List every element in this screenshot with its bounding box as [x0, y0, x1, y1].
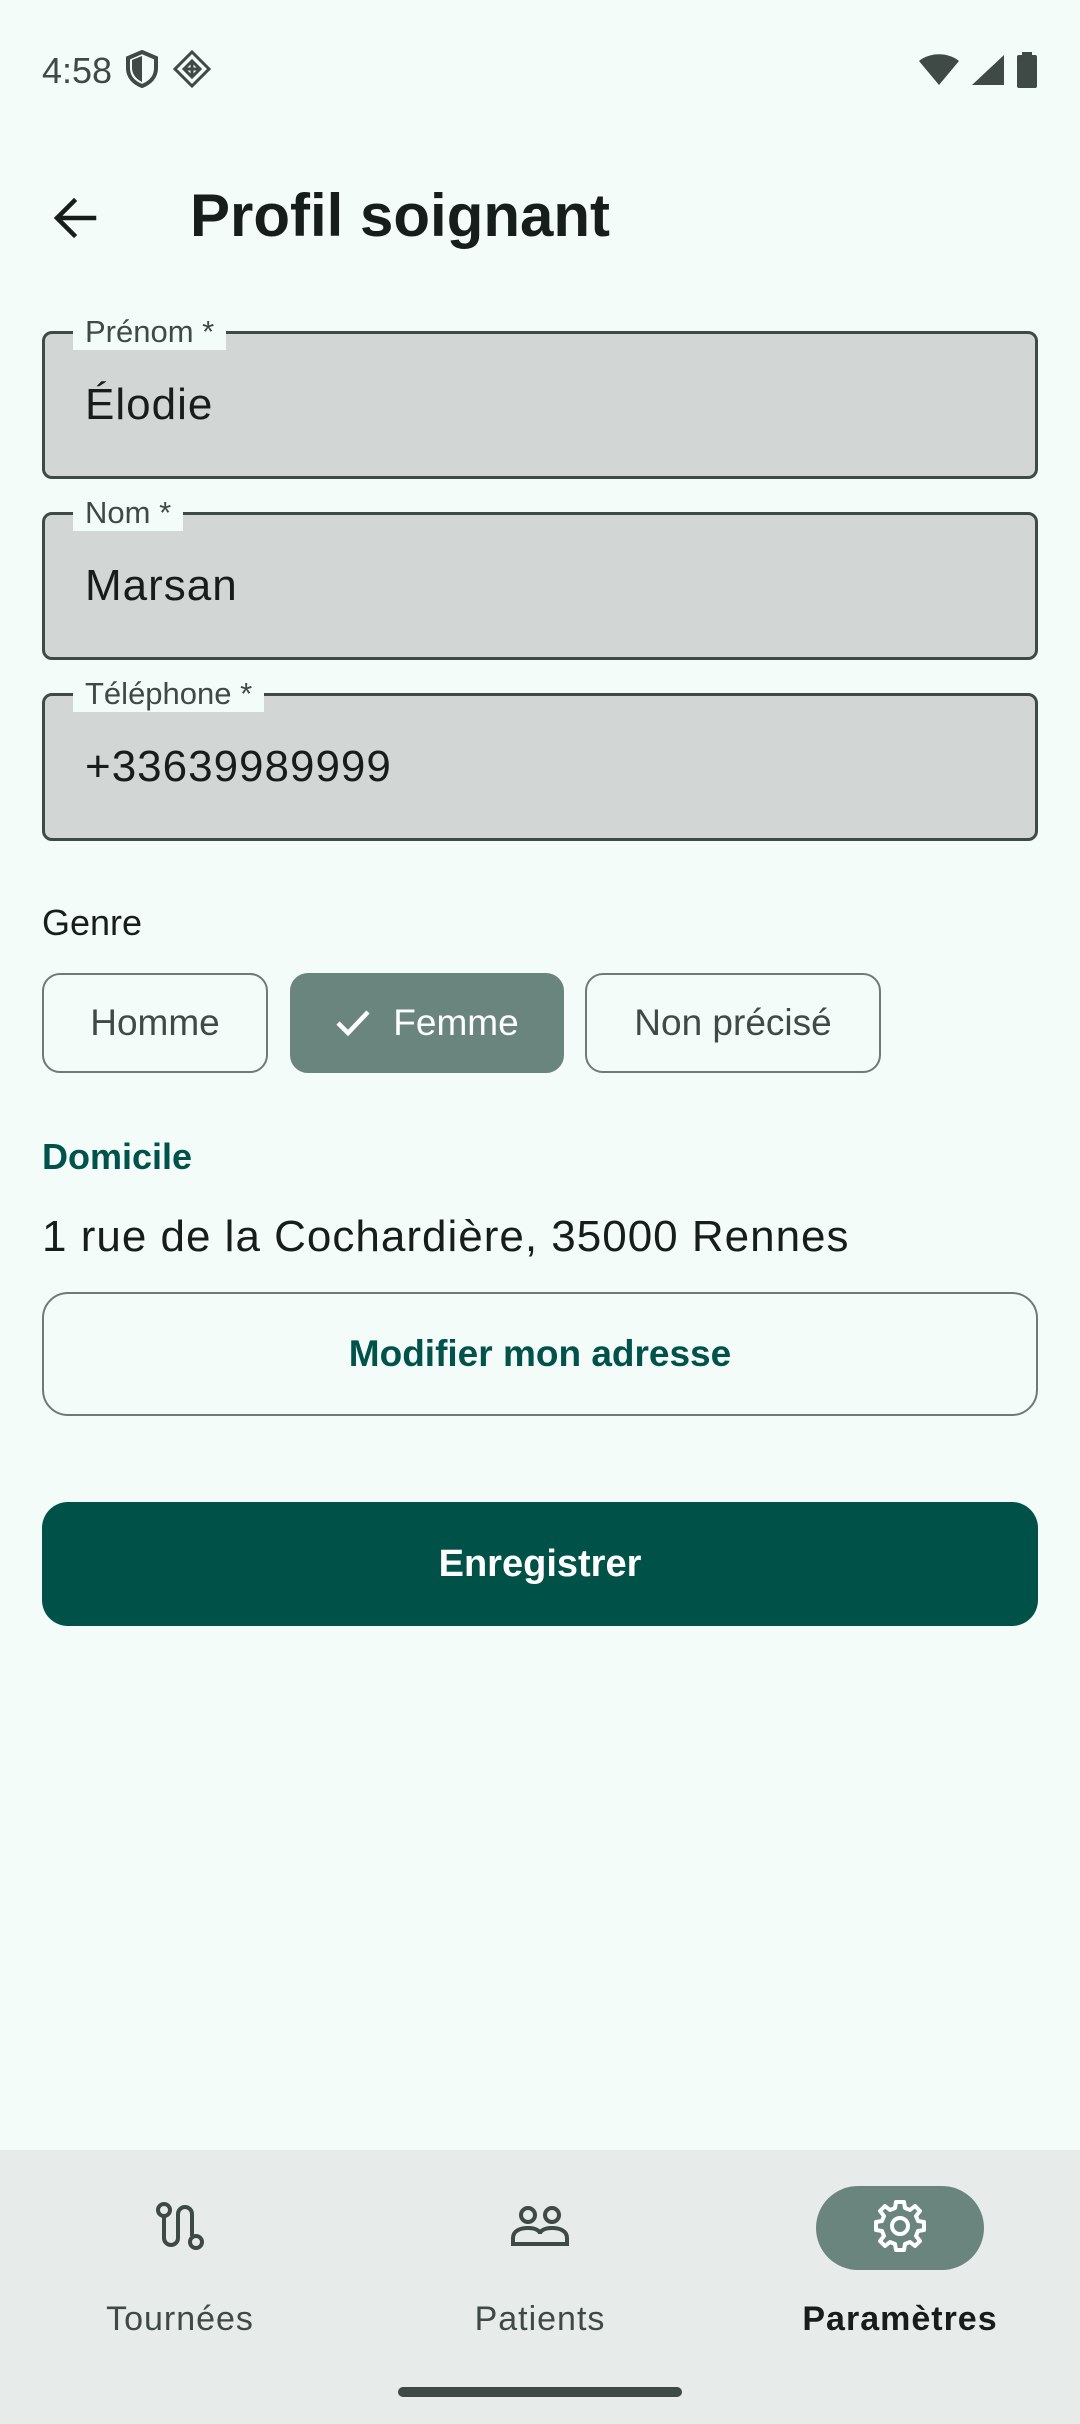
chip-label: Femme [393, 1002, 519, 1043]
bottom-nav: Tournées Patients Paramètres [0, 2150, 1080, 2424]
phone-field[interactable]: Téléphone * +33639989999 [42, 676, 1038, 841]
domicile-label: Domicile [42, 1136, 193, 1177]
nav-item-parametres[interactable]: Paramètres [720, 2150, 1080, 2380]
first-name-field[interactable]: Prénom * Élodie [42, 314, 1038, 479]
first-name-label: Prénom * [73, 314, 227, 350]
genre-label: Genre [42, 902, 143, 943]
save-button[interactable]: Enregistrer [42, 1502, 1038, 1626]
nav-label-patients: Patients [474, 2300, 606, 2338]
wifi-icon [918, 53, 960, 92]
back-button[interactable] [34, 180, 114, 260]
last-name-field[interactable]: Nom * Marsan [42, 495, 1038, 660]
nav-item-patients[interactable]: Patients [360, 2150, 720, 2380]
battery-icon [1016, 52, 1038, 93]
last-name-value[interactable]: Marsan [85, 561, 238, 611]
chip-label: Homme [90, 1002, 220, 1043]
signal-icon [970, 53, 1006, 92]
edit-address-button[interactable]: Modifier mon adresse [42, 1292, 1038, 1416]
status-bar: 4:58 [0, 0, 1080, 140]
shield-icon [125, 49, 159, 93]
gear-icon [872, 2198, 928, 2259]
genre-chip-homme[interactable]: Homme [42, 973, 268, 1073]
nav-label-tournees: Tournées [106, 2300, 254, 2338]
address-text: 1 rue de la Cochardière, 35000 Rennes [42, 1212, 850, 1261]
genre-chip-femme[interactable]: Femme [290, 973, 564, 1073]
people-icon [510, 2204, 570, 2253]
app-bar: Profil soignant [0, 150, 1080, 280]
route-icon [154, 2200, 206, 2257]
check-icon [335, 1008, 371, 1038]
diamond-grid-icon [172, 49, 212, 93]
page-title: Profil soignant [190, 182, 610, 249]
phone-value[interactable]: +33639989999 [85, 742, 392, 792]
home-indicator [398, 2387, 682, 2397]
phone-label: Téléphone * [73, 676, 265, 712]
nav-item-tournees[interactable]: Tournées [0, 2150, 360, 2380]
last-name-label: Nom * [73, 495, 184, 531]
chip-label: Non précisé [634, 1002, 832, 1043]
nav-label-parametres: Paramètres [802, 2300, 998, 2338]
genre-chip-non-precise[interactable]: Non précisé [585, 973, 881, 1073]
arrow-back-icon [50, 194, 98, 247]
status-time: 4:58 [42, 50, 113, 91]
first-name-value[interactable]: Élodie [85, 380, 213, 430]
